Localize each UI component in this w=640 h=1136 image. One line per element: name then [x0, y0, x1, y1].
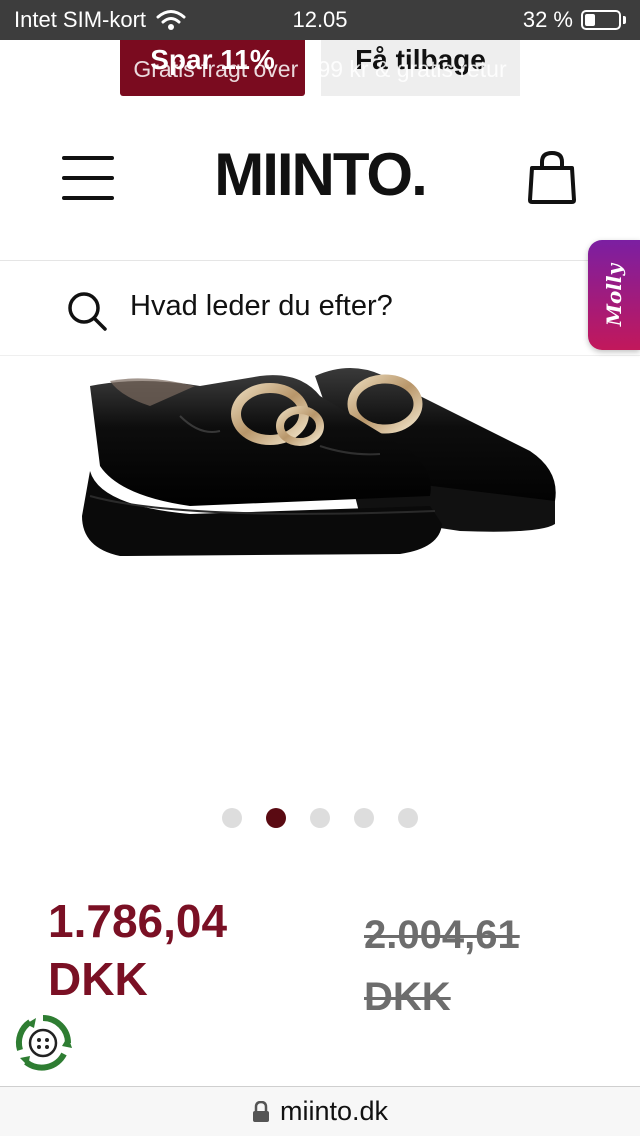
original-price-currency: DKK — [364, 975, 451, 1019]
battery-group: 32 % — [523, 7, 626, 33]
status-bar: Intet SIM-kort 12.05 32 % — [0, 0, 640, 40]
browser-url-bar[interactable]: miinto.dk — [0, 1086, 640, 1136]
promo-strip: Spar 11% Få tilbage Gratis fragt over 49… — [0, 40, 640, 98]
recycle-badge-icon[interactable] — [14, 1014, 72, 1072]
shopping-bag-icon[interactable] — [527, 150, 577, 204]
search-input[interactable] — [130, 290, 550, 323]
lock-icon — [252, 1100, 269, 1122]
search-icon[interactable] — [66, 290, 108, 332]
molly-label: Molly — [602, 263, 626, 327]
carousel-dot[interactable] — [266, 808, 286, 828]
site-header: MIINTO. — [0, 98, 640, 261]
carousel-dot[interactable] — [354, 808, 374, 828]
current-price-currency: DKK — [48, 953, 148, 1005]
cashback-button[interactable]: Få tilbage — [321, 40, 520, 96]
url-text: miinto.dk — [279, 1096, 389, 1126]
carousel-dot[interactable] — [398, 808, 418, 828]
carousel-dot[interactable] — [310, 808, 330, 828]
battery-tip — [623, 16, 626, 24]
original-price-amount: 2.004,61 — [364, 913, 520, 957]
search-bar[interactable] — [0, 262, 640, 356]
current-price: 1.786,04 DKK — [48, 892, 308, 1008]
battery-icon — [581, 10, 621, 30]
product-image-loafers[interactable] — [60, 356, 580, 576]
current-price-amount: 1.786,04 — [48, 895, 228, 947]
original-price: 2.004,61 DKK — [364, 904, 584, 1028]
save-percent-button[interactable]: Spar 11% — [120, 40, 305, 96]
carousel-dot[interactable] — [222, 808, 242, 828]
image-carousel-dots — [0, 808, 640, 828]
molly-assistant-tab[interactable]: Molly — [588, 240, 640, 350]
battery-percent: 32 % — [522, 7, 573, 32]
